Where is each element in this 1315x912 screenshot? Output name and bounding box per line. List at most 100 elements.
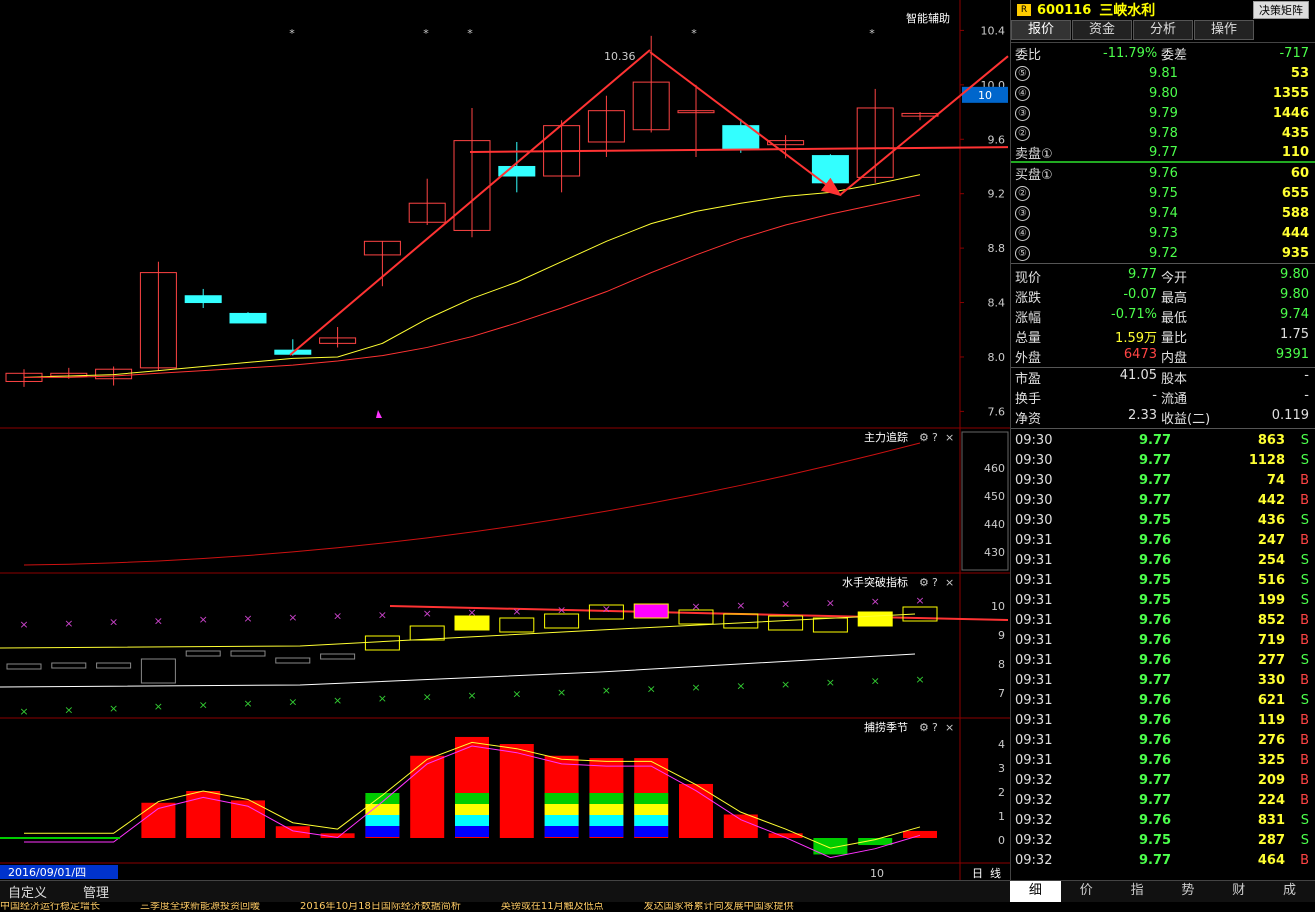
ask-row-4[interactable]: 卖盘① 9.77 110 — [1011, 143, 1315, 163]
kline-chart[interactable]: 10.410.09.69.28.88.48.07.610智能辅助* * * * *10.… — [0, 0, 1010, 880]
mark-triangle — [376, 410, 382, 418]
tick-price: 9.76 — [1139, 613, 1172, 628]
tick-row[interactable]: 09:32 9.76 831 S — [1011, 813, 1315, 833]
current-price-value: 10 — [978, 89, 992, 102]
detail-tab-5[interactable]: 成 — [1264, 881, 1315, 902]
tick-row[interactable]: 09:31 9.76 247 B — [1011, 533, 1315, 553]
bid-row-3[interactable]: ④ 9.73 444 — [1011, 223, 1315, 243]
bid-row-2[interactable]: ③ 9.74 588 — [1011, 203, 1315, 223]
tick-time: 09:30 — [1015, 433, 1053, 448]
manage-button[interactable]: 管理 — [75, 882, 117, 901]
tick-row[interactable]: 09:31 9.76 621 S — [1011, 693, 1315, 713]
close-icon: × — [945, 721, 954, 734]
price-tick-label: 8.4 — [988, 297, 1006, 310]
bid-row-2-level: ③ — [1015, 205, 1030, 221]
tick-row[interactable]: 09:32 9.77 464 B — [1011, 853, 1315, 873]
kline-chart-area[interactable]: 10.4 10.0 9.6 9.2 8.8 8.4 8.0 7.6 10 智能辅助 * * * * * 10.… — [0, 0, 1010, 882]
tick-row[interactable]: 09:31 9.76 325 B — [1011, 753, 1315, 773]
tick-row[interactable]: 09:31 9.75 516 S — [1011, 573, 1315, 593]
tick-row[interactable]: 09:30 9.77 442 B — [1011, 493, 1315, 513]
tick-row[interactable]: 09:32 9.75 287 S — [1011, 833, 1315, 853]
detail-tab-3[interactable]: 势 — [1162, 881, 1213, 902]
tick-price: 9.77 — [1139, 793, 1172, 808]
tick-price: 9.77 — [1139, 853, 1172, 868]
tick-row[interactable]: 09:30 9.75 436 S — [1011, 513, 1315, 533]
ask-row-2[interactable]: ③ 9.79 1446 — [1011, 103, 1315, 123]
detail-tab-2[interactable]: 指 — [1112, 881, 1163, 902]
stat-label: 今开 — [1161, 271, 1188, 286]
ask-row-0[interactable]: ⑤ 9.81 53 — [1011, 63, 1315, 83]
p2-bar — [454, 615, 490, 631]
news-item[interactable]: 2016年10月18日国际经济数据简析 — [300, 902, 461, 912]
tab-3[interactable]: 操作 — [1194, 20, 1254, 40]
p1-title: 主力追踪 — [864, 430, 908, 444]
news-item[interactable]: 英镑或在11月触及低点 — [501, 902, 604, 912]
p2-marker-bot: × — [736, 679, 745, 692]
tick-row[interactable]: 09:31 9.76 254 S — [1011, 553, 1315, 573]
p2-marker-top: × — [557, 604, 566, 617]
tab-0[interactable]: 报价 — [1011, 20, 1071, 40]
stat-value: 1.75 — [1280, 327, 1309, 342]
p3-tick-label: 0 — [998, 834, 1005, 847]
stat-value: 41.05 — [1119, 368, 1157, 383]
tick-row[interactable]: 09:31 9.76 852 B — [1011, 613, 1315, 633]
p2-marker-top: × — [64, 617, 73, 630]
p2-marker-bot: × — [781, 678, 790, 691]
p2-marker-top: × — [915, 594, 924, 607]
tick-row[interactable]: 09:31 9.76 119 B — [1011, 713, 1315, 733]
tick-row[interactable]: 09:31 9.76 276 B — [1011, 733, 1315, 753]
news-item[interactable]: 中国经济运行稳定增长 — [0, 902, 100, 912]
tab-1[interactable]: 资金 — [1072, 20, 1132, 40]
bid-row-4-price: 9.72 — [1149, 245, 1178, 261]
tick-volume: 209 — [1257, 773, 1285, 788]
tick-side: S — [1300, 433, 1309, 448]
tick-row[interactable]: 09:31 9.76 277 S — [1011, 653, 1315, 673]
tick-row[interactable]: 09:31 9.77 330 B — [1011, 673, 1315, 693]
stat-label: 最低 — [1161, 311, 1188, 326]
tick-row[interactable]: 09:31 9.75 199 S — [1011, 593, 1315, 613]
detail-tab-4[interactable]: 财 — [1213, 881, 1264, 902]
news-item[interactable]: 发达国家将累计向发展中国家提供 — [644, 902, 794, 912]
p3-band — [455, 804, 489, 815]
decision-matrix-button[interactable]: 决策矩阵 — [1253, 1, 1309, 19]
p2-marker-bot: × — [19, 705, 28, 718]
news-ticker[interactable]: 中国经济运行稳定增长 三季度全球新能源投资回暖 2016年10月18日国际经济数据简… — [0, 902, 1315, 912]
p2-tick-label: 9 — [998, 629, 1005, 642]
p3-bar — [499, 744, 534, 838]
stat-label: 净资 — [1015, 412, 1042, 427]
tick-row[interactable]: 09:32 9.77 209 B — [1011, 773, 1315, 793]
weicha-label: 委差 — [1161, 47, 1188, 63]
p1-tick-label: 430 — [984, 546, 1005, 559]
tick-side: B — [1300, 773, 1309, 788]
bid-row-3-price: 9.73 — [1149, 225, 1178, 241]
tick-time: 09:32 — [1015, 793, 1053, 808]
tick-list[interactable]: 09:30 9.77 863 S 09:30 9.77 1128 S 09:30 9.77 74 B 0… — [1011, 428, 1315, 873]
news-item[interactable]: 三季度全球新能源投资回暖 — [140, 902, 260, 912]
ask-row-3[interactable]: ② 9.78 435 — [1011, 123, 1315, 143]
tick-row[interactable]: 09:31 9.76 719 B — [1011, 633, 1315, 653]
bid-row-4[interactable]: ⑤ 9.72 935 — [1011, 243, 1315, 263]
ask-row-4-level: 卖盘① — [1015, 146, 1053, 162]
ask-row-1[interactable]: ④ 9.80 1355 — [1011, 83, 1315, 103]
detail-tab-1[interactable]: 价 — [1061, 881, 1112, 902]
tick-side: B — [1300, 753, 1309, 768]
tick-row[interactable]: 09:30 9.77 1128 S — [1011, 453, 1315, 473]
bid-row-0[interactable]: 买盘① 9.76 60 — [1011, 163, 1315, 183]
stat-value: -0.07 — [1123, 287, 1157, 302]
tick-row[interactable]: 09:30 9.77 74 B — [1011, 473, 1315, 493]
ask-row-1-level: ④ — [1015, 85, 1030, 101]
detail-tab-0[interactable]: 细 — [1010, 881, 1061, 902]
star-marker: * — [423, 27, 429, 40]
tick-volume: 74 — [1266, 473, 1285, 488]
tick-price: 9.76 — [1139, 533, 1172, 548]
p3-band — [365, 815, 400, 826]
tick-volume: 330 — [1257, 673, 1285, 688]
ask-row-1-volume: 1355 — [1272, 85, 1309, 101]
weicha-value: -717 — [1279, 45, 1309, 61]
custom-button[interactable]: 自定义 — [0, 882, 55, 901]
main-indicator-title: 智能辅助 — [906, 11, 950, 25]
tick-row[interactable]: 09:30 9.77 863 S — [1011, 433, 1315, 453]
bid-row-1[interactable]: ② 9.75 655 — [1011, 183, 1315, 203]
tab-2[interactable]: 分析 — [1133, 20, 1193, 40]
tick-row[interactable]: 09:32 9.77 224 B — [1011, 793, 1315, 813]
